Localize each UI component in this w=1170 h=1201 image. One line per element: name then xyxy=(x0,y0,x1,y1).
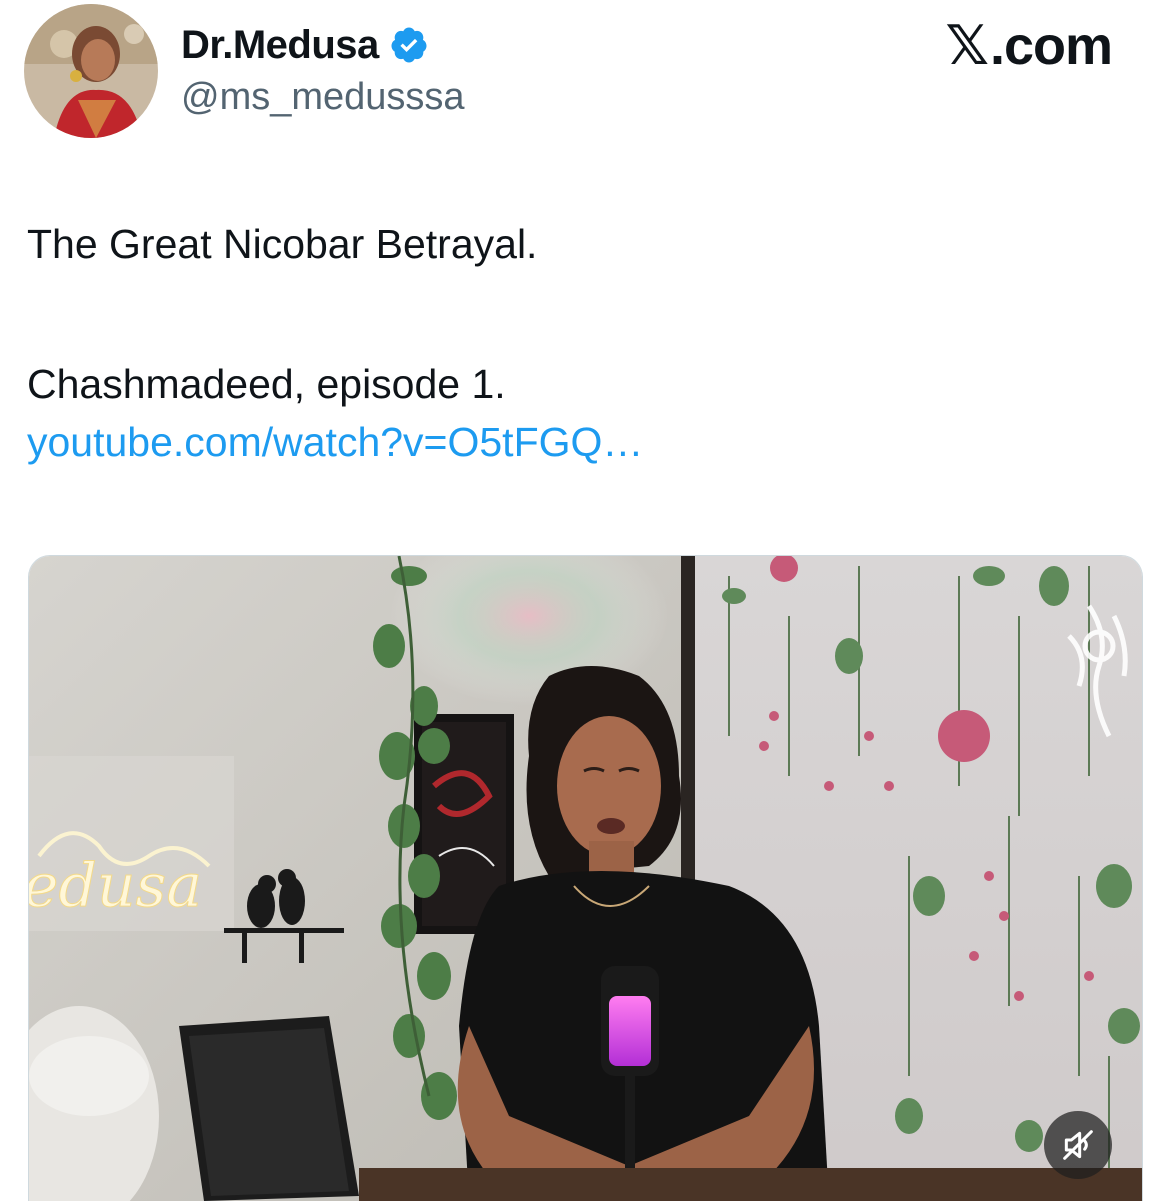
display-name[interactable]: Dr.Medusa xyxy=(181,23,379,68)
neon-sign-text: edusa xyxy=(29,851,202,921)
brand-label: .com xyxy=(989,15,1113,76)
video-frame: edusa xyxy=(29,556,1142,1201)
author-name-row: Dr.Medusa xyxy=(181,20,429,70)
video-player[interactable]: edusa xyxy=(28,555,1143,1201)
brand-logo: 𝕏 .com xyxy=(945,14,1113,77)
youtube-link[interactable]: youtube.com/watch?v=O5tFGQ… xyxy=(27,413,1137,471)
x-logo-icon: 𝕏 xyxy=(945,14,989,77)
author-handle[interactable]: @ms_medusssa xyxy=(181,76,465,119)
tweet-line-1: The Great Nicobar Betrayal. xyxy=(27,221,538,267)
tweet-spacer xyxy=(27,273,1137,355)
verified-badge-icon xyxy=(391,27,427,63)
mute-button[interactable] xyxy=(1044,1111,1112,1179)
avatar-photo xyxy=(24,4,158,138)
tweet-line-2: Chashmadeed, episode 1. xyxy=(27,361,506,407)
avatar[interactable] xyxy=(24,4,158,138)
tweet-text: The Great Nicobar Betrayal. Chashmadeed,… xyxy=(27,215,1137,471)
speaker-muted-icon xyxy=(1063,1130,1093,1160)
